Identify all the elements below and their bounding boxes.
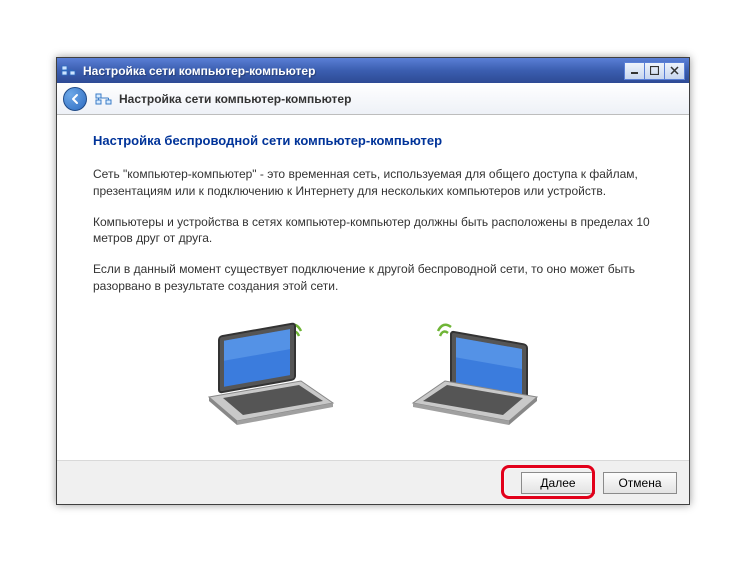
next-button[interactable]: Далее bbox=[521, 472, 595, 494]
maximize-button[interactable] bbox=[644, 62, 665, 80]
wizard-window: Настройка сети компьютер-компьютер bbox=[56, 57, 690, 505]
wizard-title: Настройка сети компьютер-компьютер bbox=[119, 92, 351, 106]
illustration bbox=[93, 309, 653, 429]
wizard-footer: Далее Отмена bbox=[57, 460, 689, 504]
close-button[interactable] bbox=[664, 62, 685, 80]
network-icon bbox=[95, 90, 113, 108]
cancel-button[interactable]: Отмена bbox=[603, 472, 677, 494]
description-1: Сеть "компьютер-компьютер" - это временн… bbox=[93, 166, 653, 200]
back-button[interactable] bbox=[63, 87, 87, 111]
app-icon bbox=[61, 63, 77, 79]
minimize-button[interactable] bbox=[624, 62, 645, 80]
description-3: Если в данный момент существует подключе… bbox=[93, 261, 653, 295]
laptop-left-icon bbox=[183, 309, 343, 429]
laptop-right-icon bbox=[403, 309, 563, 429]
description-2: Компьютеры и устройства в сетях компьюте… bbox=[93, 214, 653, 248]
wizard-header: Настройка сети компьютер-компьютер bbox=[57, 83, 689, 115]
page-heading: Настройка беспроводной сети компьютер-ко… bbox=[93, 133, 653, 148]
window-title: Настройка сети компьютер-компьютер bbox=[83, 64, 625, 78]
titlebar: Настройка сети компьютер-компьютер bbox=[57, 58, 689, 83]
wizard-content: Настройка беспроводной сети компьютер-ко… bbox=[57, 115, 689, 439]
